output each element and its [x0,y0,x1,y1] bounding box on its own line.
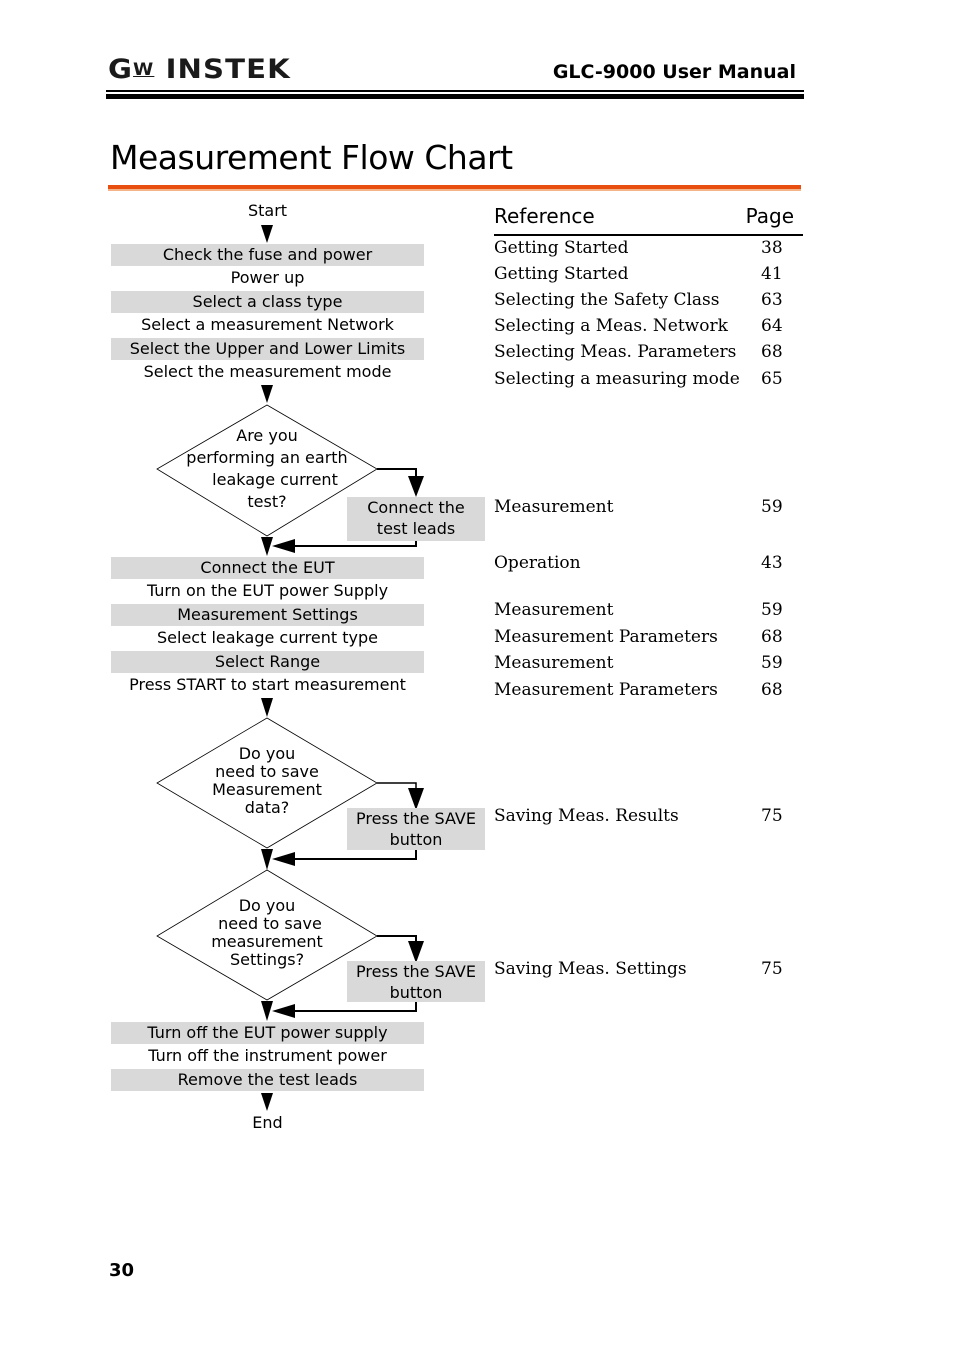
reference-link[interactable]: Saving Meas. Results [494,806,794,826]
reference-page: 59 [761,600,783,620]
decision2-question: Do you need to save Measurement data? [172,745,362,817]
action-line: button [389,983,443,1002]
action-line: Press the SAVE [356,962,476,981]
reference-page: 63 [761,290,783,310]
reference-link[interactable]: Getting Started [494,238,794,258]
action-connect-test-leads: Connect the test leads [347,497,485,541]
page-column-header: Page [745,204,794,228]
decision1-line: test? [247,492,287,511]
step-select-limits: Select the Upper and Lower Limits [111,338,424,360]
decision2-yes-arrow [408,788,424,810]
step-instrument-power-off: Turn off the instrument power [148,1046,387,1065]
arrow-to-decision2 [261,698,273,717]
decision2-line: need to save [215,762,319,781]
action-line: Press the SAVE [356,809,476,828]
flow-start: Start [247,201,288,220]
step-power-up: Power up [230,268,305,287]
decision2-line: Measurement [212,780,322,799]
decision3-line: Do you [238,896,296,915]
decision2-line: data? [244,798,290,817]
reference-link[interactable]: Measurement Parameters [494,680,794,700]
reference-page: 68 [761,627,783,647]
decision3-line: Settings? [229,950,305,969]
decision3-return-line [290,1002,417,1012]
reference-link[interactable]: Measurement [494,497,794,517]
arrow-start-down [261,225,273,243]
action-line: Connect the [367,498,465,517]
decision1-line: leakage current [212,470,338,489]
step-connect-eut: Connect the EUT [111,557,424,579]
reference-link[interactable]: Measurement Parameters [494,627,794,647]
decision1-return-arrow [272,539,295,553]
reference-link[interactable]: Measurement [494,600,794,620]
reference-link[interactable]: Saving Meas. Settings [494,959,794,979]
page-number: 30 [109,1260,135,1281]
reference-page: 38 [761,238,783,258]
reference-link[interactable]: Selecting a Meas. Network [494,316,794,336]
reference-link[interactable]: Selecting the Safety Class [494,290,794,310]
decision2-return-arrow [272,852,295,866]
decision3-yes-arrow [408,941,424,963]
step-select-leakage-type: Select leakage current type [157,628,378,647]
reference-page: 68 [761,342,783,362]
decision3-return-arrow [272,1004,295,1018]
action-line: button [389,830,443,849]
decision3-line: measurement [211,932,323,951]
step-remove-test-leads: Remove the test leads [111,1069,424,1091]
reference-page: 65 [761,369,783,389]
reference-link[interactable]: Selecting Meas. Parameters [494,342,794,362]
decision2-return-line [290,850,417,860]
flow-end: End [252,1113,283,1132]
arrow-to-end [261,1093,273,1111]
reference-page: 75 [761,959,783,979]
reference-page: 59 [761,653,783,673]
step-select-network: Select a measurement Network [141,315,394,334]
reference-page: 75 [761,806,783,826]
decision1-line: performing an earth [186,448,348,467]
reference-link[interactable]: Getting Started [494,264,794,284]
decision3-question: Do you need to save measurement Settings… [172,897,362,969]
reference-page: 41 [761,264,783,284]
step-measurement-settings: Measurement Settings [111,604,424,626]
decision2-no-arrow [261,849,273,870]
decision2-line: Do you [238,744,296,763]
decision1-question: Are you performing an earth leakage curr… [172,426,362,511]
reference-link[interactable]: Measurement [494,653,794,673]
step-eut-power-off: Turn off the EUT power supply [111,1022,424,1044]
reference-link[interactable]: Operation [494,553,794,573]
step-eut-power-on: Turn on the EUT power Supply [146,581,389,600]
decision3-line: need to save [218,914,322,933]
step-select-mode: Select the measurement mode [143,362,392,381]
reference-page: 64 [761,316,783,336]
reference-link[interactable]: Selecting a measuring mode [494,369,794,389]
reference-column-header: Reference [494,204,595,228]
decision1-yes-arrow [408,476,424,497]
action-press-save-data: Press the SAVE button [347,808,485,850]
step-select-range: Select Range [111,651,424,673]
action-press-save-settings: Press the SAVE button [347,961,485,1002]
decision1-no-arrow [261,537,273,556]
action-line: test leads [376,519,456,538]
reference-header-rule [494,234,803,236]
reference-page: 59 [761,497,783,517]
reference-table-header: Reference Page [494,204,802,228]
step-press-start: Press START to start measurement [129,675,406,694]
step-select-class: Select a class type [111,291,424,313]
reference-page: 68 [761,680,783,700]
decision3-no-arrow [261,1001,273,1021]
decision1-line: Are you [236,426,298,445]
reference-page: 43 [761,553,783,573]
arrow-to-decision1 [261,385,273,403]
step-check-fuse: Check the fuse and power [111,244,424,266]
